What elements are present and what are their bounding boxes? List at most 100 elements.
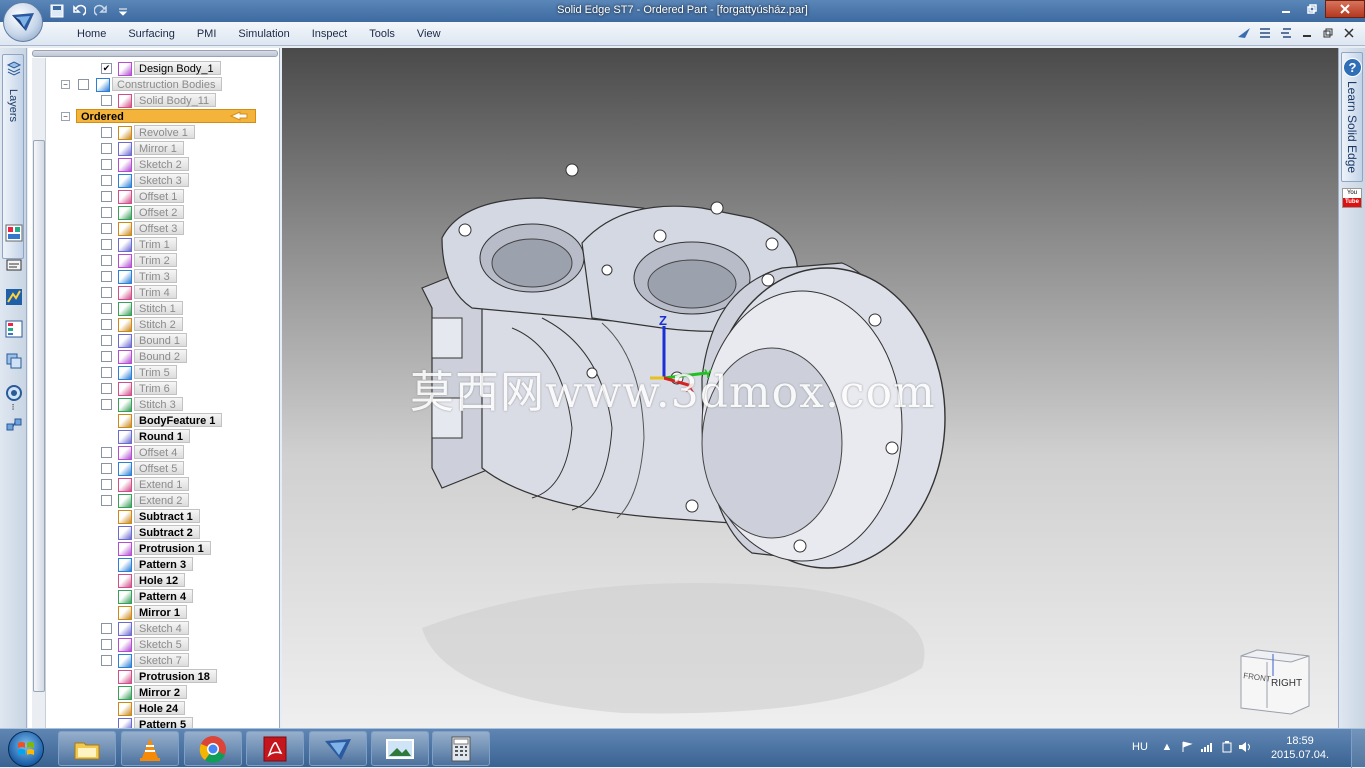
tree-row[interactable]: Sketch 5 — [28, 637, 278, 652]
tree-row[interactable]: Trim 2 — [28, 253, 278, 268]
tree-row[interactable]: Offset 4 — [28, 445, 278, 460]
tree-row[interactable]: Pattern 5 — [28, 717, 278, 728]
tree-row[interactable]: Trim 6 — [28, 381, 278, 396]
tab-pmi[interactable]: PMI — [186, 26, 228, 42]
tree-checkbox[interactable] — [101, 239, 112, 250]
learn-solid-edge-tab[interactable]: ? Learn Solid Edge — [1341, 52, 1363, 182]
application-button[interactable] — [3, 2, 43, 42]
start-button[interactable] — [8, 731, 44, 767]
tree-row[interactable]: Offset 2 — [28, 205, 278, 220]
power-icon[interactable] — [1220, 741, 1234, 755]
tree-row[interactable]: ✔ Design Body_1 — [28, 61, 278, 76]
tree-row[interactable]: Subtract 1 — [28, 509, 278, 524]
tree-expander[interactable]: − — [61, 80, 70, 89]
tree-row[interactable]: − Ordered — [28, 109, 278, 124]
clock[interactable]: 18:59 2015.07.04. — [1260, 734, 1340, 762]
tree-row[interactable]: Hole 24 — [28, 701, 278, 716]
tree-row[interactable]: Extend 1 — [28, 477, 278, 492]
youtube-icon[interactable]: You Tube — [1342, 188, 1362, 208]
pathfinder-icon[interactable] — [4, 352, 23, 370]
tree-row[interactable]: Offset 3 — [28, 221, 278, 236]
tree-row[interactable]: Sketch 2 — [28, 157, 278, 172]
tree-row[interactable]: Mirror 1 — [28, 141, 278, 156]
arrange-icon[interactable] — [1278, 26, 1294, 40]
tree-checkbox[interactable] — [101, 623, 112, 634]
tree-checkbox[interactable] — [78, 79, 89, 90]
minimize-button[interactable] — [1273, 0, 1299, 18]
tree-checkbox[interactable] — [101, 367, 112, 378]
property-manager-icon[interactable] — [4, 320, 23, 338]
tree-checkbox[interactable]: ✔ — [101, 63, 112, 74]
tree-checkbox[interactable] — [101, 95, 112, 106]
tab-surfacing[interactable]: Surfacing — [117, 26, 185, 42]
tab-tools[interactable]: Tools — [358, 26, 406, 42]
tree-checkbox[interactable] — [101, 639, 112, 650]
doc-restore-icon[interactable] — [1320, 26, 1336, 40]
language-indicator[interactable]: HU — [1132, 741, 1148, 753]
taskbar-adobe-reader[interactable] — [246, 731, 304, 766]
tree-checkbox[interactable] — [101, 223, 112, 234]
taskbar-explorer[interactable] — [58, 731, 116, 766]
tree-row[interactable]: Extend 2 — [28, 493, 278, 508]
tree-row[interactable]: Offset 5 — [28, 461, 278, 476]
tree-checkbox[interactable] — [101, 383, 112, 394]
graphics-viewport[interactable]: Z X Y 莫西网www.3dmox.com FRONT RIGHT — [282, 48, 1338, 728]
tree-checkbox[interactable] — [101, 191, 112, 202]
tree-row[interactable]: Round 1 — [28, 429, 278, 444]
tree-checkbox[interactable] — [101, 255, 112, 266]
volume-icon[interactable] — [1238, 741, 1252, 755]
tree-row[interactable]: Subtract 2 — [28, 525, 278, 540]
taskbar-chrome[interactable] — [184, 731, 242, 766]
tree-checkbox[interactable] — [101, 335, 112, 346]
family-of-parts-icon[interactable] — [4, 224, 23, 242]
doc-close-icon[interactable] — [1341, 26, 1357, 40]
show-desktop-button[interactable] — [1351, 729, 1365, 768]
tree-row[interactable]: Mirror 1 — [28, 605, 278, 620]
tree-row[interactable]: Stitch 1 — [28, 301, 278, 316]
tree-row[interactable]: Mirror 2 — [28, 685, 278, 700]
network-icon[interactable] — [1200, 741, 1214, 755]
tree-checkbox[interactable] — [101, 319, 112, 330]
tree-row[interactable]: − Construction Bodies — [28, 77, 278, 92]
tab-view[interactable]: View — [406, 26, 452, 42]
tab-simulation[interactable]: Simulation — [227, 26, 300, 42]
close-button[interactable] — [1325, 0, 1365, 18]
tree-checkbox[interactable] — [101, 351, 112, 362]
splitter-grip-icon[interactable]: ⁝ — [9, 402, 17, 412]
tree-checkbox[interactable] — [101, 399, 112, 410]
tree-row[interactable]: Stitch 3 — [28, 397, 278, 412]
tree-checkbox[interactable] — [101, 175, 112, 186]
tree-checkbox[interactable] — [101, 143, 112, 154]
tree-row[interactable]: Trim 1 — [28, 237, 278, 252]
engineering-reference-icon[interactable] — [4, 416, 23, 434]
tree-checkbox[interactable] — [101, 287, 112, 298]
pathfinder-header-bar[interactable] — [32, 50, 278, 57]
doc-minimize-icon[interactable] — [1299, 26, 1315, 40]
tab-home[interactable]: Home — [66, 26, 117, 42]
tree-checkbox[interactable] — [101, 447, 112, 458]
tree-row[interactable]: Stitch 2 — [28, 317, 278, 332]
tree-checkbox[interactable] — [101, 207, 112, 218]
tree-row[interactable]: Offset 1 — [28, 189, 278, 204]
taskbar-image-viewer[interactable] — [371, 731, 429, 766]
tree-row[interactable]: Solid Body_11 — [28, 93, 278, 108]
view-cube[interactable]: FRONT RIGHT — [1237, 648, 1317, 720]
tree-checkbox[interactable] — [101, 495, 112, 506]
tree-row[interactable]: Sketch 7 — [28, 653, 278, 668]
action-center-flag-icon[interactable] — [1180, 741, 1194, 755]
sensors-icon[interactable] — [4, 288, 23, 306]
tree-row[interactable]: Pattern 3 — [28, 557, 278, 572]
tree-checkbox[interactable] — [101, 303, 112, 314]
feature-library-icon[interactable] — [4, 256, 23, 274]
tree-checkbox[interactable] — [101, 463, 112, 474]
tree-row[interactable]: Revolve 1 — [28, 125, 278, 140]
tree-row[interactable]: Trim 3 — [28, 269, 278, 284]
tree-row[interactable]: Hole 12 — [28, 573, 278, 588]
show-hidden-icons-icon[interactable]: ▲ — [1160, 741, 1174, 755]
tree-row[interactable]: BodyFeature 1 — [28, 413, 278, 428]
tree-row[interactable]: Protrusion 1 — [28, 541, 278, 556]
solid-edge-help-icon[interactable] — [1236, 26, 1252, 40]
tree-row[interactable]: Sketch 4 — [28, 621, 278, 636]
tree-row[interactable]: Trim 5 — [28, 365, 278, 380]
tree-checkbox[interactable] — [101, 271, 112, 282]
